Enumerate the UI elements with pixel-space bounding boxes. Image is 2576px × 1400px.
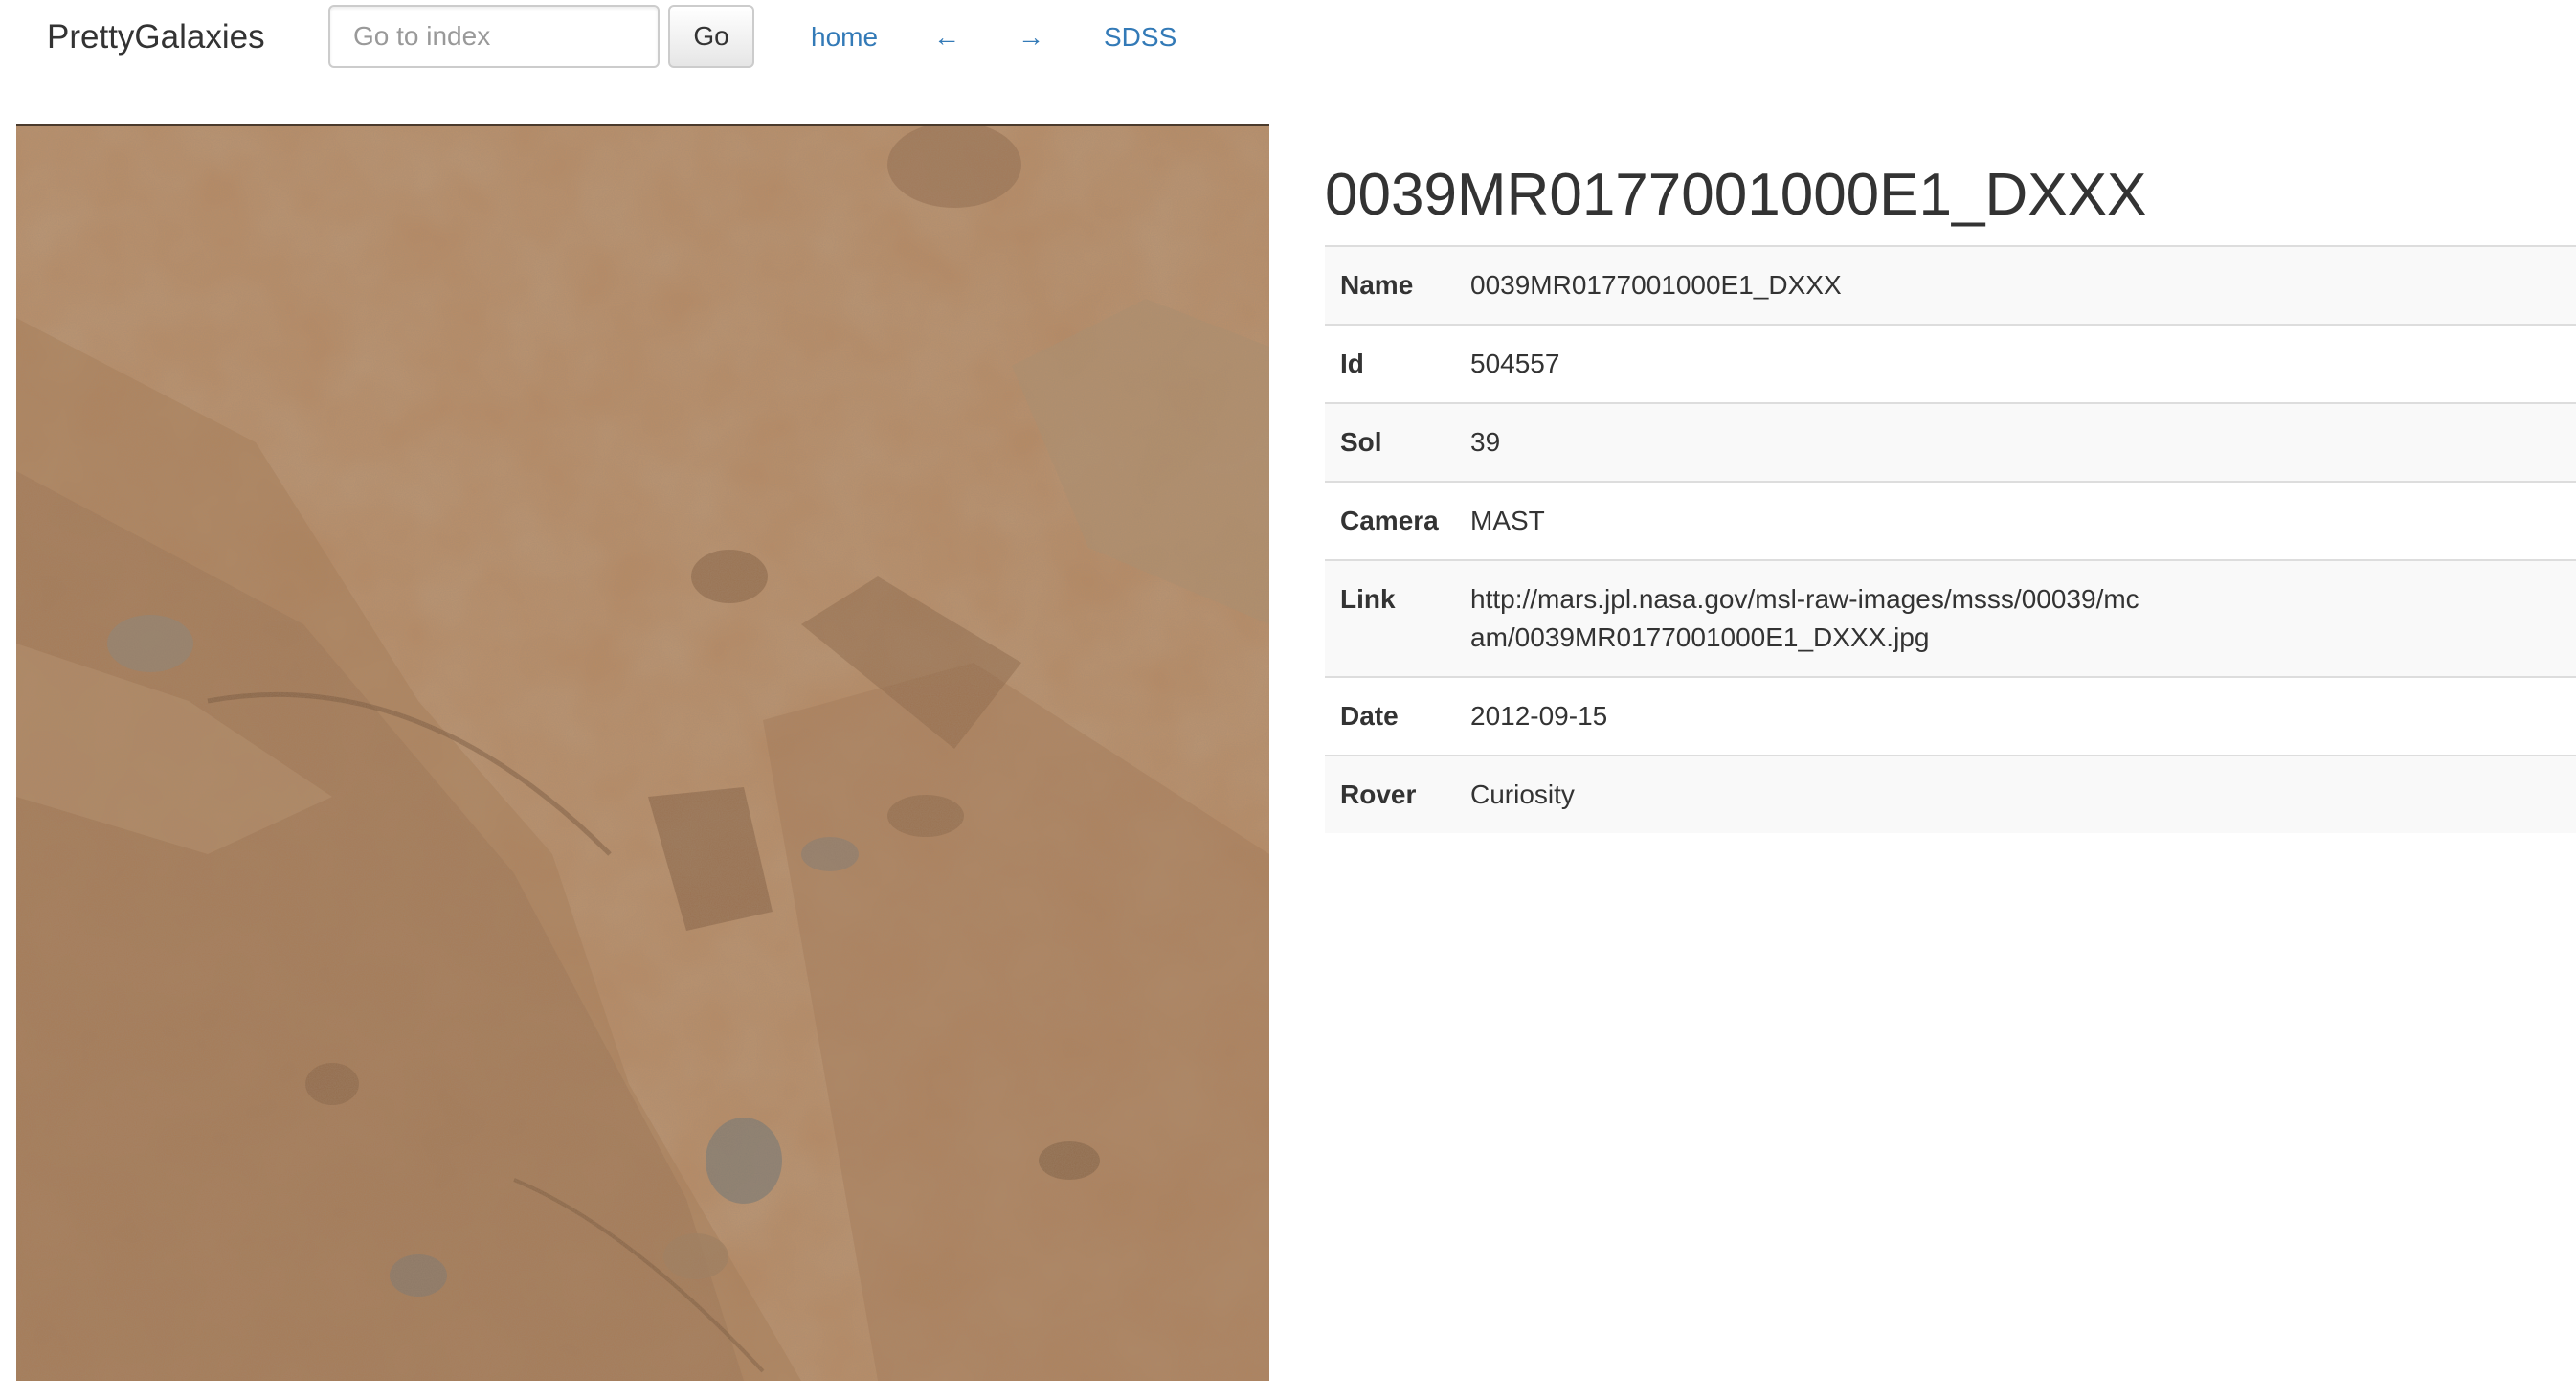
row-key-name: Name [1325, 245, 1455, 325]
row-key-link: Link [1325, 559, 1455, 677]
row-key-id: Id [1325, 324, 1455, 403]
sdss-link[interactable]: SDSS [1104, 19, 1176, 56]
row-key-sol: Sol [1325, 402, 1455, 482]
row-key-rover: Rover [1325, 755, 1455, 833]
mars-surface-image [16, 124, 1269, 1381]
table-row: Camera MAST [1325, 481, 2576, 560]
row-value-date: 2012-09-15 [1455, 676, 2576, 756]
mars-surface-photo [16, 126, 1269, 1381]
page-title: 0039MR0177001000E1_DXXX [1325, 162, 2147, 228]
go-button[interactable]: Go [668, 5, 754, 68]
previous-arrow-link[interactable]: ← [933, 19, 960, 56]
navbar: PrettyGalaxies Go home ← → SDSS [0, 0, 2576, 77]
table-row: Name 0039MR0177001000E1_DXXX [1325, 245, 2576, 325]
image-source-url: http://mars.jpl.nasa.gov/msl-raw-images/… [1470, 584, 2139, 652]
table-row: Id 504557 [1325, 324, 2576, 403]
home-link[interactable]: home [811, 19, 878, 56]
row-value-id: 504557 [1455, 324, 2576, 403]
row-key-camera: Camera [1325, 481, 1455, 560]
row-value-camera: MAST [1455, 481, 2576, 560]
row-value-link: http://mars.jpl.nasa.gov/msl-raw-images/… [1455, 559, 2576, 677]
table-row: Link http://mars.jpl.nasa.gov/msl-raw-im… [1325, 559, 2576, 677]
row-value-name: 0039MR0177001000E1_DXXX [1455, 245, 2576, 325]
brand-logo-text[interactable]: PrettyGalaxies [47, 15, 265, 59]
table-row: Sol 39 [1325, 402, 2576, 482]
next-arrow-link[interactable]: → [1018, 19, 1044, 56]
row-value-rover: Curiosity [1455, 755, 2576, 833]
go-to-index-input[interactable] [328, 5, 660, 68]
row-key-date: Date [1325, 676, 1455, 756]
table-row: Date 2012-09-15 [1325, 676, 2576, 756]
table-row: Rover Curiosity [1325, 755, 2576, 833]
row-value-sol: 39 [1455, 402, 2576, 482]
metadata-table: Name 0039MR0177001000E1_DXXX Id 504557 S… [1325, 245, 2576, 833]
